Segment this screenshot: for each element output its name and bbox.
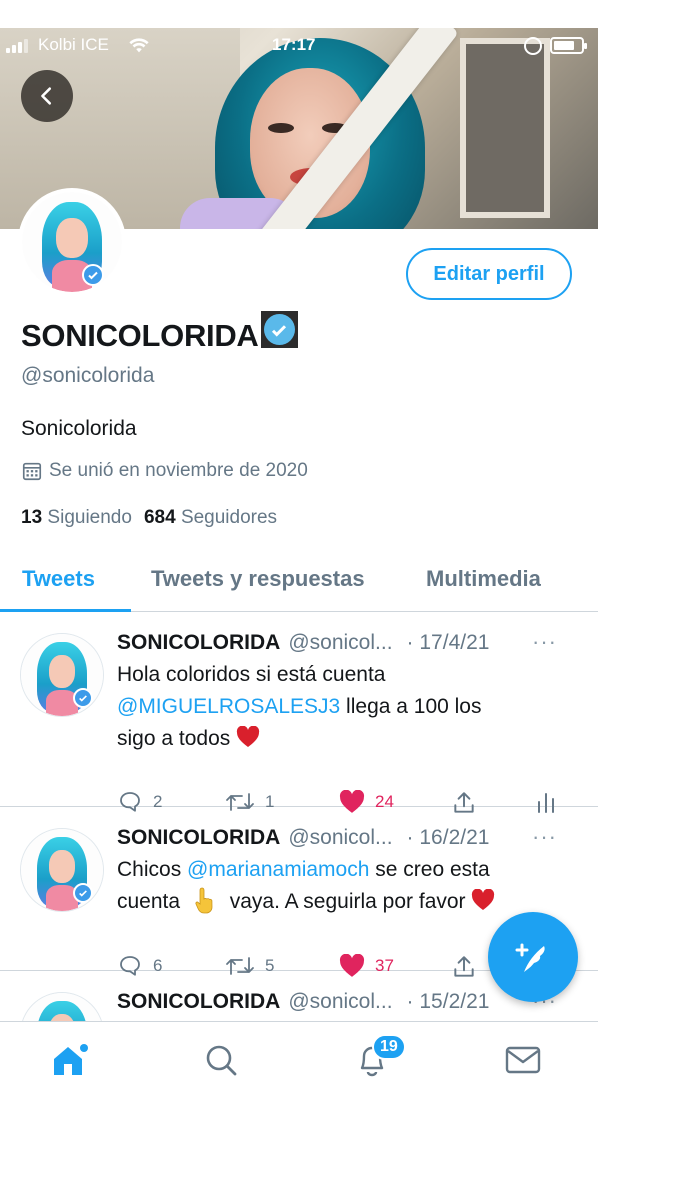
battery-icon [550,37,587,54]
tweet-author-handle: @sonicol... [288,826,393,849]
carrier-name: Kolbi ICE [38,35,109,54]
status-bar: Kolbi ICE 17:17 [0,28,598,64]
active-tab-indicator [0,609,131,612]
tweet-author-name: SONICOLORIDA [117,826,281,849]
tab-tweets[interactable]: Tweets [22,566,95,592]
chevron-left-icon [41,87,52,105]
notifications-badge: 19 [372,1034,406,1060]
tweet-date: · 15/2/21 [406,990,490,1013]
verified-emoji-icon [260,311,298,348]
calendar-icon [22,462,42,481]
red-heart-emoji-icon [472,888,495,910]
tweet-author-name: SONICOLORIDA [117,631,281,654]
status-time: 17:17 [272,35,316,54]
nav-search[interactable] [201,1040,241,1080]
home-icon [54,1044,88,1075]
tweet-item[interactable]: SONICOLORIDA @sonicol... · 17/4/21 ··· H… [0,613,598,813]
follow-stats: 13 Siguiendo 684 Seguidores [21,507,277,529]
red-heart-emoji-icon [236,725,260,747]
profile-screen: Kolbi ICE 17:17 Editar perfil SONICOLORI… [0,28,598,1088]
tweet-avatar[interactable] [20,992,104,1021]
nav-notifications[interactable]: 19 [352,1034,406,1080]
joined-text: Se unió en noviembre de 2020 [49,460,308,481]
profile-tabs: Tweets Tweets y respuestas Multimedia [0,556,598,612]
tweet-author-name: SONICOLORIDA [117,990,281,1013]
tweet-mention-link[interactable]: @MIGUELROSALESJ3 [117,695,340,718]
tweet-date: · 17/4/21 [406,631,490,654]
followers-link[interactable]: 684 Seguidores [144,507,277,529]
back-button[interactable] [21,70,73,122]
rotation-lock-icon [524,37,542,55]
tab-media[interactable]: Multimedia [426,566,541,592]
compose-tweet-button[interactable] [488,912,578,1002]
verified-icon [82,264,104,286]
profile-joined-date: Se unió en noviembre de 2020 [21,460,308,482]
cellular-signal-icon [6,39,28,53]
tweet-text: Chicos @marianamiamoch se creo esta cuen… [117,854,557,918]
profile-avatar[interactable] [18,188,126,296]
search-icon [206,1045,237,1076]
nav-home[interactable] [50,1040,90,1080]
more-options-icon[interactable]: ··· [532,824,557,850]
wifi-icon [129,38,149,53]
profile-display-name: SONICOLORIDA [21,311,298,354]
profile-bio: Sonicolorida [21,417,137,440]
tweet-avatar[interactable] [20,633,104,717]
pointing-hand-emoji-icon [195,887,213,914]
tweet-header: SONICOLORIDA @sonicol... · 16/2/21 ··· [117,824,587,850]
tab-tweets-and-replies[interactable]: Tweets y respuestas [151,566,365,592]
verified-icon [73,883,93,903]
tweet-author-handle: @sonicol... [288,990,393,1013]
tweet-header: SONICOLORIDA @sonicol... · 17/4/21 ··· [117,629,587,655]
more-options-icon[interactable]: ··· [532,629,557,655]
verified-icon [73,688,93,708]
compose-feather-icon [515,943,545,972]
bottom-navigation: 19 [0,1021,598,1088]
tweet-author-handle: @sonicol... [288,631,393,654]
edit-profile-button[interactable]: Editar perfil [406,248,572,300]
tweet-mention-link[interactable]: @marianamiamoch [187,858,369,881]
mail-icon [505,1046,541,1074]
display-name-text: SONICOLORIDA [21,317,259,353]
tweet-text: Hola coloridos si está cuenta @MIGUELROS… [117,663,482,750]
nav-messages[interactable] [503,1040,543,1080]
tweet-date: · 16/2/21 [406,826,490,849]
following-link[interactable]: 13 Siguiendo [21,507,132,529]
profile-handle: @sonicolorida [21,364,155,387]
tweet-avatar[interactable] [20,828,104,912]
